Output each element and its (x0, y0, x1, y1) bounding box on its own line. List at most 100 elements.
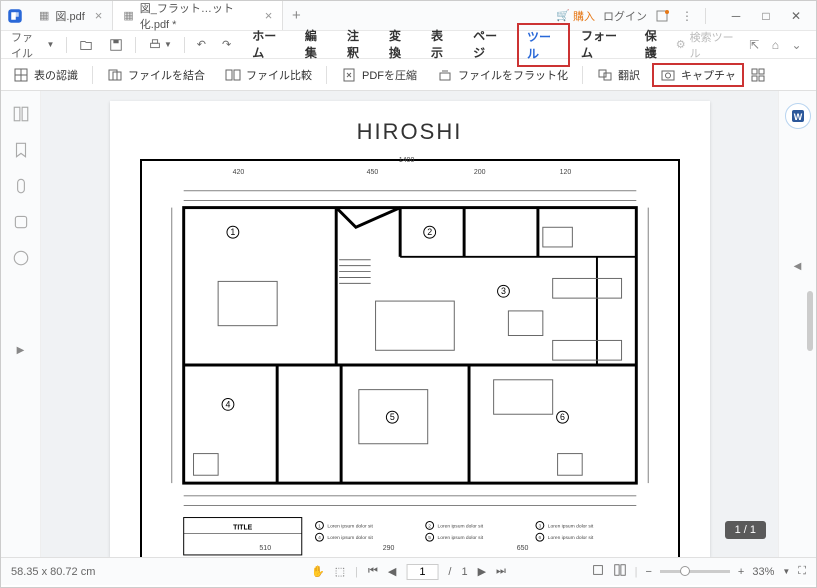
tab-label: 図.pdf (55, 8, 84, 24)
zoom-value: 33% (752, 566, 774, 578)
page-total: 1 (461, 566, 467, 578)
table-recognition-button[interactable]: 表の認識 (5, 63, 86, 87)
svg-text:2: 2 (427, 227, 432, 237)
expand-sidebar[interactable]: ▶ (17, 345, 25, 356)
fit-width-icon[interactable] (591, 563, 605, 580)
svg-text:3: 3 (501, 286, 506, 296)
combine-files-button[interactable]: ファイルを結合 (99, 63, 213, 87)
zoom-slider[interactable] (660, 570, 730, 573)
svg-text:5: 5 (389, 412, 394, 422)
login-button[interactable]: ログイン (603, 8, 647, 24)
right-sidebar: W ◀ (778, 91, 816, 557)
dim-t3: 200 (474, 169, 486, 176)
svg-text:1: 1 (230, 227, 235, 237)
bookmark-icon[interactable] (12, 141, 30, 159)
svg-text:6: 6 (560, 412, 565, 422)
svg-text:Loren ipsum dolor sit: Loren ipsum dolor sit (547, 523, 593, 529)
svg-text:4: 4 (225, 399, 230, 409)
first-page-button[interactable]: ⏮ (368, 565, 378, 578)
hand-tool-icon[interactable]: ✋ (311, 565, 325, 578)
prev-page-button[interactable]: ◀ (388, 565, 396, 578)
cloud-icon[interactable]: ⌂ (768, 37, 783, 53)
fullscreen-icon[interactable]: ⛶ (798, 565, 806, 578)
attachment-icon[interactable] (12, 177, 30, 195)
redo-button[interactable]: ↷ (216, 35, 237, 54)
page-indicator: 1 / 1 (725, 521, 766, 539)
doc-icon: ▦ (39, 9, 49, 22)
comment-icon[interactable] (12, 249, 30, 267)
scrollbar[interactable] (807, 291, 813, 351)
tab-view[interactable]: 表示 (422, 23, 462, 67)
buy-button[interactable]: 🛒 購入 (556, 8, 595, 24)
svg-text:W: W (793, 112, 802, 122)
translate-button[interactable]: 翻訳 (589, 63, 648, 87)
file-menu[interactable]: ファイル ▼ (5, 26, 60, 64)
zoێm-in-button[interactable]: + (738, 566, 744, 578)
doc-icon: ▦ (123, 9, 133, 22)
close-icon[interactable]: × (95, 8, 103, 23)
left-sidebar: ▶ (1, 91, 41, 557)
tab-protect[interactable]: 保護 (636, 23, 676, 67)
undo-button[interactable]: ↶ (191, 35, 212, 54)
close-button[interactable]: ✕ (782, 2, 810, 30)
tab-edit[interactable]: 編集 (296, 23, 336, 67)
menubar: ファイル ▼ ▼ ↶ ↷ ホーム 編集 注釈 変換 表示 ページ ツール フォー… (1, 31, 816, 59)
capture-button[interactable]: キャプチャ (652, 63, 744, 87)
flatten-button[interactable]: ファイルをフラット化 (429, 63, 576, 87)
save-button[interactable] (103, 35, 129, 55)
svg-text:Loren ipsum dolor sit: Loren ipsum dolor sit (327, 535, 373, 541)
tab-annotate[interactable]: 注釈 (338, 23, 378, 67)
compare-files-button[interactable]: ファイル比較 (217, 63, 320, 87)
more-icon[interactable]: ⋮ (679, 8, 695, 24)
zoom-out-button[interactable]: − (645, 566, 651, 578)
collapse-icon[interactable]: ⌄ (789, 37, 804, 53)
notification-icon[interactable] (655, 8, 671, 24)
tab-page[interactable]: ページ (464, 23, 515, 67)
dim-b3: 650 (517, 545, 529, 552)
main-area: ▶ HIROSHI (1, 91, 816, 557)
svg-text:4: 4 (318, 535, 321, 541)
tab-tools[interactable]: ツール (517, 23, 570, 67)
dim-t4: 120 (560, 169, 572, 176)
dim-top: 1400 (399, 157, 415, 164)
svg-text:6: 6 (538, 535, 541, 541)
next-page-button[interactable]: ▶ (478, 565, 486, 578)
tab-form[interactable]: フォーム (572, 23, 634, 67)
svg-text:1: 1 (318, 523, 321, 529)
close-icon[interactable]: × (265, 8, 273, 23)
dim-t2: 450 (367, 169, 379, 176)
svg-text:3: 3 (538, 523, 541, 529)
page-nav: ✋ ⬚ | ⏮ ◀ / 1 ▶ ⏭ (311, 564, 506, 580)
svg-text:2: 2 (428, 523, 431, 529)
thumbnails-icon[interactable] (12, 105, 30, 123)
minimize-button[interactable]: ─ (722, 2, 750, 30)
floor-plan: 1 2 3 4 5 6 TITLE 1L (140, 159, 680, 557)
tab-convert[interactable]: 変換 (380, 23, 420, 67)
statusbar: 58.35 x 80.72 cm ✋ ⬚ | ⏮ ◀ / 1 ▶ ⏭ | − +… (1, 557, 816, 585)
layers-icon[interactable] (12, 213, 30, 231)
collapse-right[interactable]: ◀ (794, 261, 802, 272)
compress-pdf-button[interactable]: PDFを圧縮 (333, 63, 425, 87)
svg-text:5: 5 (428, 535, 431, 541)
dim-t1: 420 (233, 169, 245, 176)
ribbon-tabs: ホーム 編集 注釈 変換 表示 ページ ツール フォーム 保護 (243, 23, 676, 67)
page-input[interactable] (406, 564, 438, 580)
select-tool-icon[interactable]: ⬚ (335, 565, 345, 578)
page: HIROSHI (110, 101, 710, 557)
search-tool[interactable]: ⚙ 検索ツール (676, 29, 741, 61)
svg-text:Loren ipsum dolor sit: Loren ipsum dolor sit (437, 523, 483, 529)
open-button[interactable] (73, 35, 99, 55)
dim-b2: 290 (383, 545, 395, 552)
tab-home[interactable]: ホーム (243, 23, 294, 67)
document-canvas[interactable]: HIROSHI (41, 91, 778, 557)
word-export-icon[interactable]: W (785, 103, 811, 129)
cart-icon: 🛒 (556, 9, 570, 22)
last-page-button[interactable]: ⏭ (496, 565, 506, 578)
doc-title: HIROSHI (140, 119, 680, 145)
svg-text:Loren ipsum dolor sit: Loren ipsum dolor sit (547, 535, 593, 541)
print-button[interactable]: ▼ (142, 35, 178, 55)
grid-button[interactable] (748, 63, 768, 87)
fit-page-icon[interactable] (613, 563, 627, 580)
share-icon[interactable]: ⇱ (747, 37, 762, 53)
maximize-button[interactable]: □ (752, 2, 780, 30)
